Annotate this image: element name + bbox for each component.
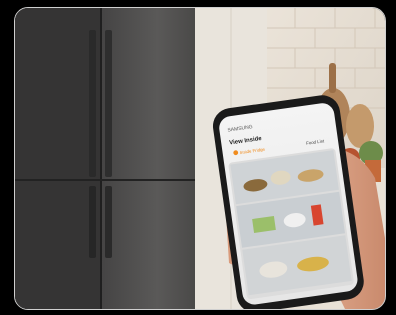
photo-frame: SAMSUNG View Inside Inside Fridge Food L… bbox=[14, 7, 386, 310]
fridge-handle-lower-right bbox=[105, 186, 112, 258]
fridge-handle-upper-left bbox=[89, 30, 96, 177]
fridge-right-door bbox=[101, 8, 195, 309]
kitchen-photo: SAMSUNG View Inside Inside Fridge Food L… bbox=[15, 8, 385, 309]
fridge-left-door bbox=[15, 8, 101, 309]
fridge-handle-lower-left bbox=[89, 186, 96, 258]
fridge-handle-upper-right bbox=[105, 30, 112, 177]
